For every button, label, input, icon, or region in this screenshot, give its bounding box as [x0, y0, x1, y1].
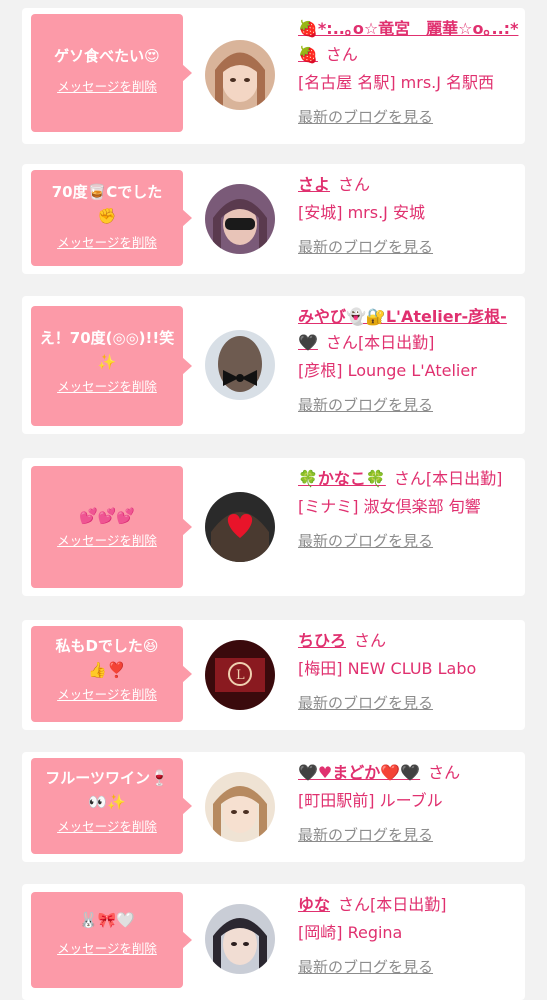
view-blog-link[interactable]: 最新のブログを見る	[298, 690, 522, 716]
message-bubble: 🐰🎀🤍 メッセージを削除	[31, 892, 192, 988]
user-info: 🖤♥まどか❤️🖤 さん [町田駅前] ルーブル 最新のブログを見る	[298, 760, 522, 848]
message-bubble: 💕💕💕 メッセージを削除	[31, 466, 192, 588]
message-text: フルーツワイン🍷 👀✨	[45, 769, 169, 811]
message-card: ゲソ食べたい😍 メッセージを削除 🍓*:..｡o☆竜宮 麗華☆o｡..:*🍓 さん…	[22, 8, 525, 144]
user-name-link[interactable]: 🖤♥まどか❤️🖤	[298, 763, 420, 782]
avatar[interactable]	[205, 772, 275, 842]
user-name-link[interactable]: さよ	[298, 175, 330, 194]
user-info: みやび👻🔐L'Atelier-彦根-🖤 さん[本日出勤] [彦根] Lounge …	[298, 304, 522, 418]
delete-message-link[interactable]: メッセージを削除	[57, 684, 157, 703]
status-badge: [本日出勤]	[357, 333, 435, 352]
honorific: さん	[428, 763, 461, 782]
delete-message-link[interactable]: メッセージを削除	[57, 938, 157, 957]
message-card: 💕💕💕 メッセージを削除 🍀かなこ🍀 さん[本日出勤] [ミナミ] 淑女倶楽部 旬…	[22, 458, 525, 596]
message-bubble: フルーツワイン🍷 👀✨ メッセージを削除	[31, 758, 192, 854]
status-badge: [本日出勤]	[425, 469, 503, 488]
avatar[interactable]	[205, 904, 275, 974]
svg-text:L: L	[236, 668, 245, 683]
message-text: 🐰🎀🤍	[78, 911, 136, 929]
message-bubble: ゲソ食べたい😍 メッセージを削除	[31, 14, 192, 132]
delete-message-link[interactable]: メッセージを削除	[57, 530, 157, 549]
user-info: ちひろ さん [梅田] NEW CLUB Labo 最新のブログを見る	[298, 628, 522, 716]
honorific: さん	[354, 631, 387, 650]
shop-location: [梅田] NEW CLUB Labo	[298, 659, 477, 678]
honorific: さん	[338, 895, 371, 914]
user-name-link[interactable]: ちひろ	[298, 631, 346, 650]
message-card: 私もDでした😆 👍❣️ メッセージを削除 L ちひろ さん [梅田] NEW CL…	[22, 620, 525, 730]
avatar[interactable]	[205, 330, 275, 400]
message-bubble: 70度🥃Cでした ✊ メッセージを削除	[31, 170, 192, 266]
message-text: え！70度(◎◎)!!笑 ✨	[39, 329, 175, 371]
avatar[interactable]: L	[205, 640, 275, 710]
message-bubble: え！70度(◎◎)!!笑 ✨ メッセージを削除	[31, 306, 192, 426]
message-card: 70度🥃Cでした ✊ メッセージを削除 さよ さん [安城] mrs.J 安城 最…	[22, 164, 525, 274]
shop-location: [彦根] Lounge L'Atelier	[298, 361, 477, 380]
message-card: フルーツワイン🍷 👀✨ メッセージを削除 🖤♥まどか❤️🖤 さん [町田駅前] ル…	[22, 752, 525, 862]
user-name-link[interactable]: ゆな	[298, 895, 330, 914]
view-blog-link[interactable]: 最新のブログを見る	[298, 954, 522, 980]
shop-location: [名古屋 名駅] mrs.J 名駅西	[298, 73, 495, 92]
message-card: 🐰🎀🤍 メッセージを削除 ゆな さん[本日出勤] [岡崎] Regina 最新のブ…	[22, 884, 525, 1000]
message-text: ゲソ食べたい😍	[54, 47, 160, 65]
message-card: え！70度(◎◎)!!笑 ✨ メッセージを削除 みやび👻🔐L'Atelier-彦…	[22, 296, 525, 434]
delete-message-link[interactable]: メッセージを削除	[57, 76, 157, 95]
view-blog-link[interactable]: 最新のブログを見る	[298, 104, 522, 130]
view-blog-link[interactable]: 最新のブログを見る	[298, 822, 522, 848]
honorific: さん	[393, 469, 426, 488]
user-info: さよ さん [安城] mrs.J 安城 最新のブログを見る	[298, 172, 522, 260]
message-text: 私もDでした😆 👍❣️	[55, 637, 159, 679]
shop-location: [ミナミ] 淑女倶楽部 旬響	[298, 497, 481, 516]
honorific: さん	[325, 45, 358, 64]
user-info: ゆな さん[本日出勤] [岡崎] Regina 最新のブログを見る	[298, 892, 522, 980]
honorific: さん	[338, 175, 371, 194]
view-blog-link[interactable]: 最新のブログを見る	[298, 392, 522, 418]
honorific: さん	[325, 333, 358, 352]
user-info: 🍓*:..｡o☆竜宮 麗華☆o｡..:*🍓 さん [名古屋 名駅] mrs.J 名…	[298, 16, 522, 130]
message-text: 70度🥃Cでした ✊	[51, 183, 163, 225]
view-blog-link[interactable]: 最新のブログを見る	[298, 528, 522, 554]
avatar[interactable]	[205, 40, 275, 110]
view-blog-link[interactable]: 最新のブログを見る	[298, 234, 522, 260]
user-name-link[interactable]: 🍀かなこ🍀	[298, 469, 386, 488]
shop-location: [安城] mrs.J 安城	[298, 203, 425, 222]
message-bubble: 私もDでした😆 👍❣️ メッセージを削除	[31, 626, 192, 722]
delete-message-link[interactable]: メッセージを削除	[57, 376, 157, 395]
status-badge: [本日出勤]	[370, 895, 447, 914]
message-text: 💕💕💕	[78, 507, 136, 525]
delete-message-link[interactable]: メッセージを削除	[57, 232, 157, 251]
delete-message-link[interactable]: メッセージを削除	[57, 816, 157, 835]
avatar[interactable]	[205, 492, 275, 562]
shop-location: [岡崎] Regina	[298, 923, 403, 942]
shop-location: [町田駅前] ルーブル	[298, 791, 443, 810]
avatar[interactable]	[205, 184, 275, 254]
user-info: 🍀かなこ🍀 さん[本日出勤] [ミナミ] 淑女倶楽部 旬響 最新のブログを見る	[298, 466, 522, 554]
